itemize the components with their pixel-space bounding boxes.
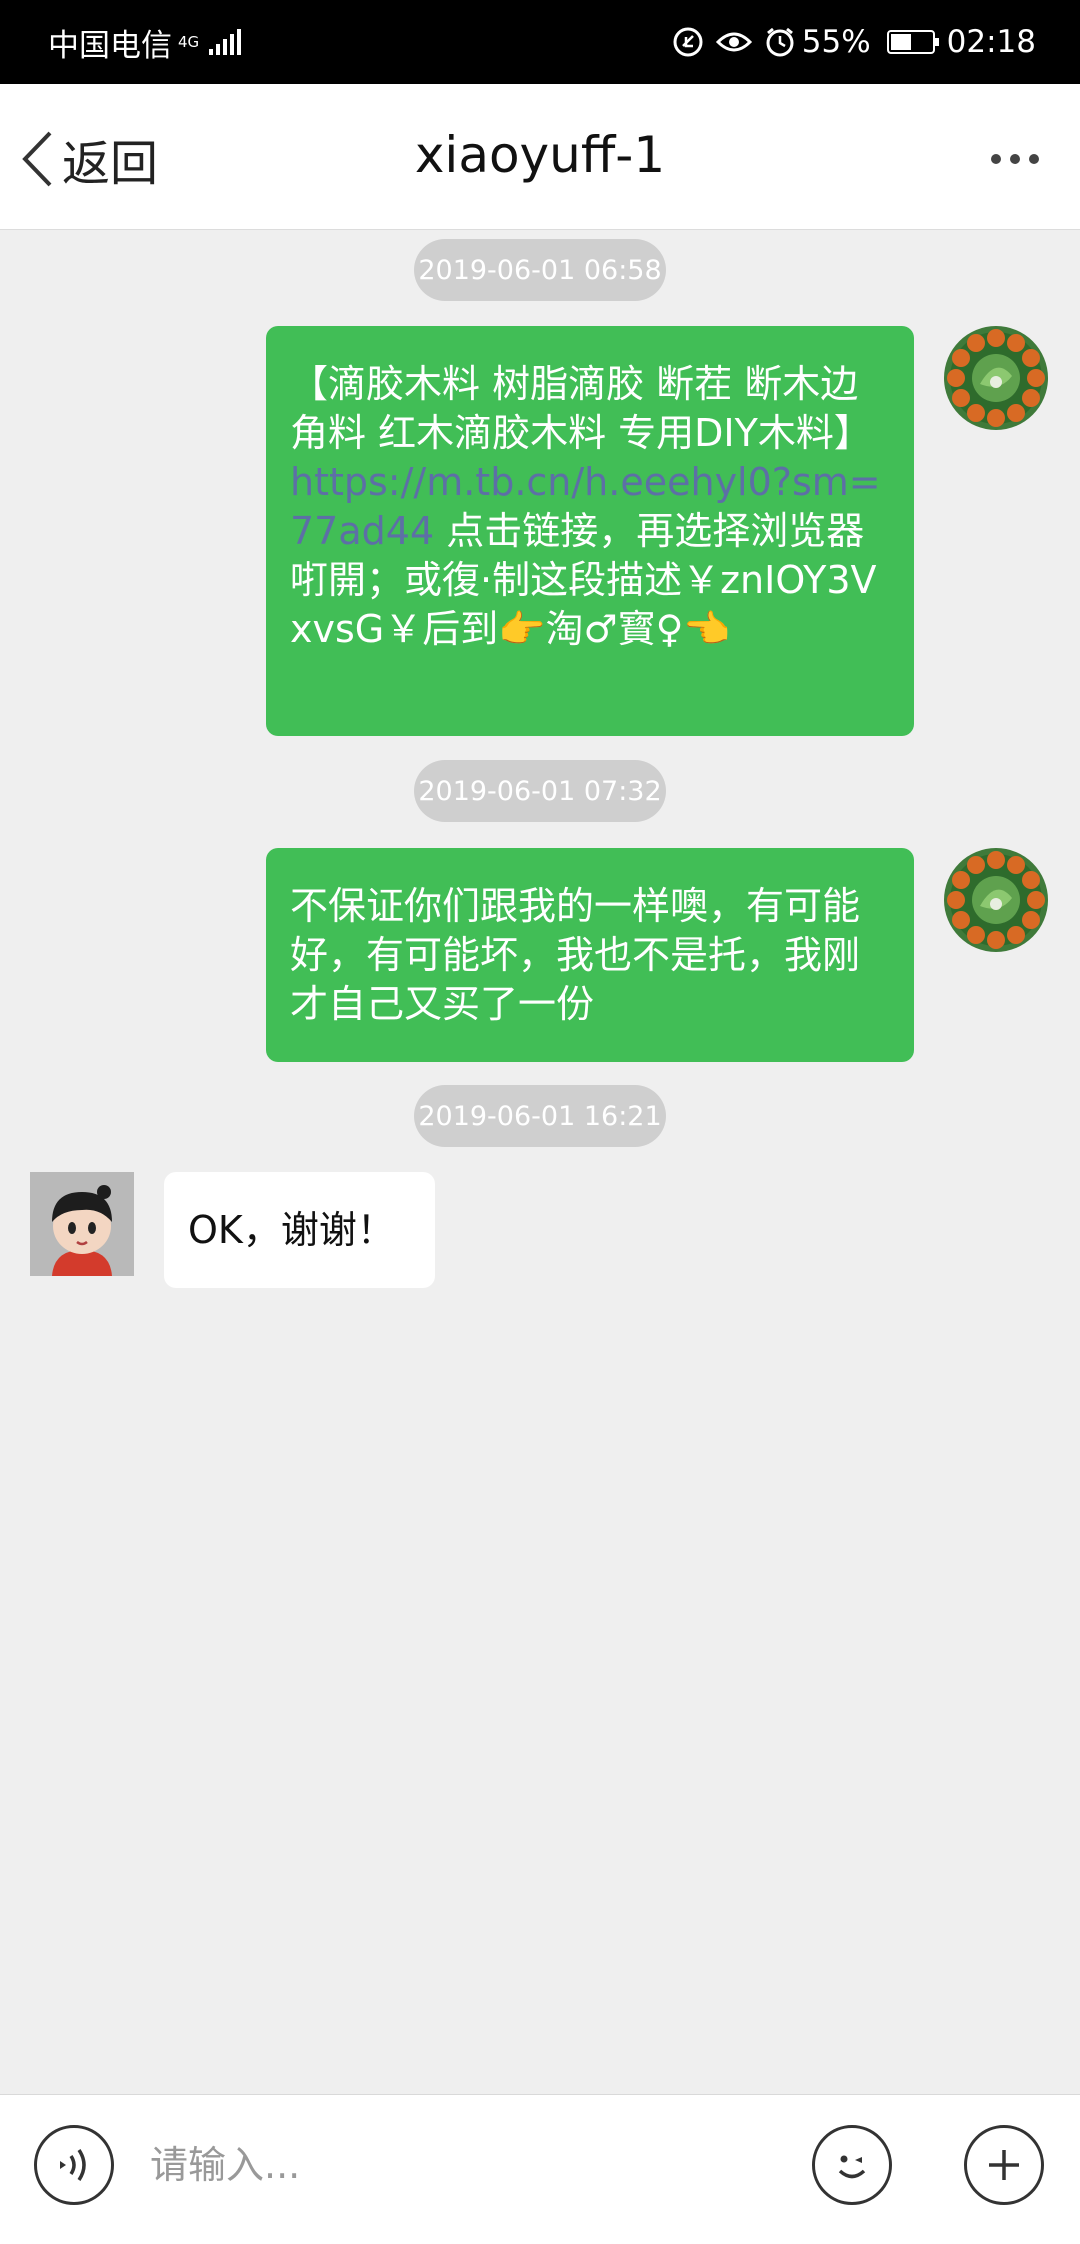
cartoon-boy-avatar-image	[30, 1172, 134, 1276]
outgoing-message-bubble[interactable]: 【滴胶木料 树脂滴胶 断茬 断木边角料 红木滴胶木料 专用DIY木料】https…	[266, 326, 914, 736]
status-left: 中国电信 4G	[48, 20, 242, 65]
message-timestamp: 2019-06-01 16:21	[414, 1085, 666, 1147]
more-dot-icon	[991, 154, 1001, 164]
message-timestamp: 2019-06-01 07:32	[414, 760, 666, 822]
carrier-label: 中国电信	[48, 27, 172, 64]
incoming-message-bubble[interactable]: OK，谢谢！	[164, 1172, 435, 1288]
emoji-button[interactable]	[812, 2125, 892, 2205]
chat-title: xiaoyuff-1	[414, 126, 666, 184]
leaf-mode-icon	[672, 26, 704, 58]
my-avatar[interactable]	[944, 326, 1048, 430]
message-timestamp: 2019-06-01 06:58	[414, 239, 666, 301]
more-options-button[interactable]	[980, 134, 1050, 184]
fruit-ring-avatar-image	[944, 326, 1048, 430]
status-right: 55% 02:18	[660, 24, 1036, 60]
alarm-icon	[764, 26, 796, 58]
voice-icon	[60, 2149, 86, 2181]
message-text: 【滴胶木料 树脂滴胶 断茬 断木边角料 红木滴胶木料 专用DIY木料】	[290, 362, 872, 455]
message-text: 不保证你们跟我的一样噢，有可能好，有可能坏，我也不是托，我刚才自己又买了一份	[290, 884, 861, 1026]
signal-icon	[209, 29, 242, 55]
battery-icon	[886, 30, 939, 54]
battery-percent: 55%	[801, 24, 871, 60]
nav-bar: 返回 xiaoyuff-1	[0, 84, 1080, 230]
clock: 02:18	[946, 24, 1036, 60]
status-bar: 中国电信 4G 55% 02:18	[0, 0, 1080, 84]
more-dot-icon	[1010, 154, 1020, 164]
contact-avatar[interactable]	[30, 1172, 134, 1276]
voice-input-button[interactable]	[34, 2125, 114, 2205]
more-dot-icon	[1029, 154, 1039, 164]
input-bar	[0, 2094, 1080, 2244]
network-label: 4G	[178, 33, 200, 51]
fruit-ring-avatar-image	[944, 848, 1048, 952]
battery-fill	[890, 34, 911, 50]
plus-icon	[989, 2150, 1019, 2180]
back-button[interactable]: 返回	[20, 124, 158, 194]
more-functions-button[interactable]	[964, 2125, 1044, 2205]
emoji-icon	[838, 2155, 866, 2179]
message-text: OK，谢谢！	[188, 1207, 395, 1252]
outgoing-message-bubble[interactable]: 不保证你们跟我的一样噢，有可能好，有可能坏，我也不是托，我刚才自己又买了一份	[266, 848, 914, 1062]
my-avatar[interactable]	[944, 848, 1048, 952]
back-label: 返回	[62, 136, 159, 192]
message-input[interactable]	[150, 2125, 790, 2205]
chevron-left-icon	[22, 131, 52, 187]
eye-comfort-icon	[715, 28, 752, 56]
